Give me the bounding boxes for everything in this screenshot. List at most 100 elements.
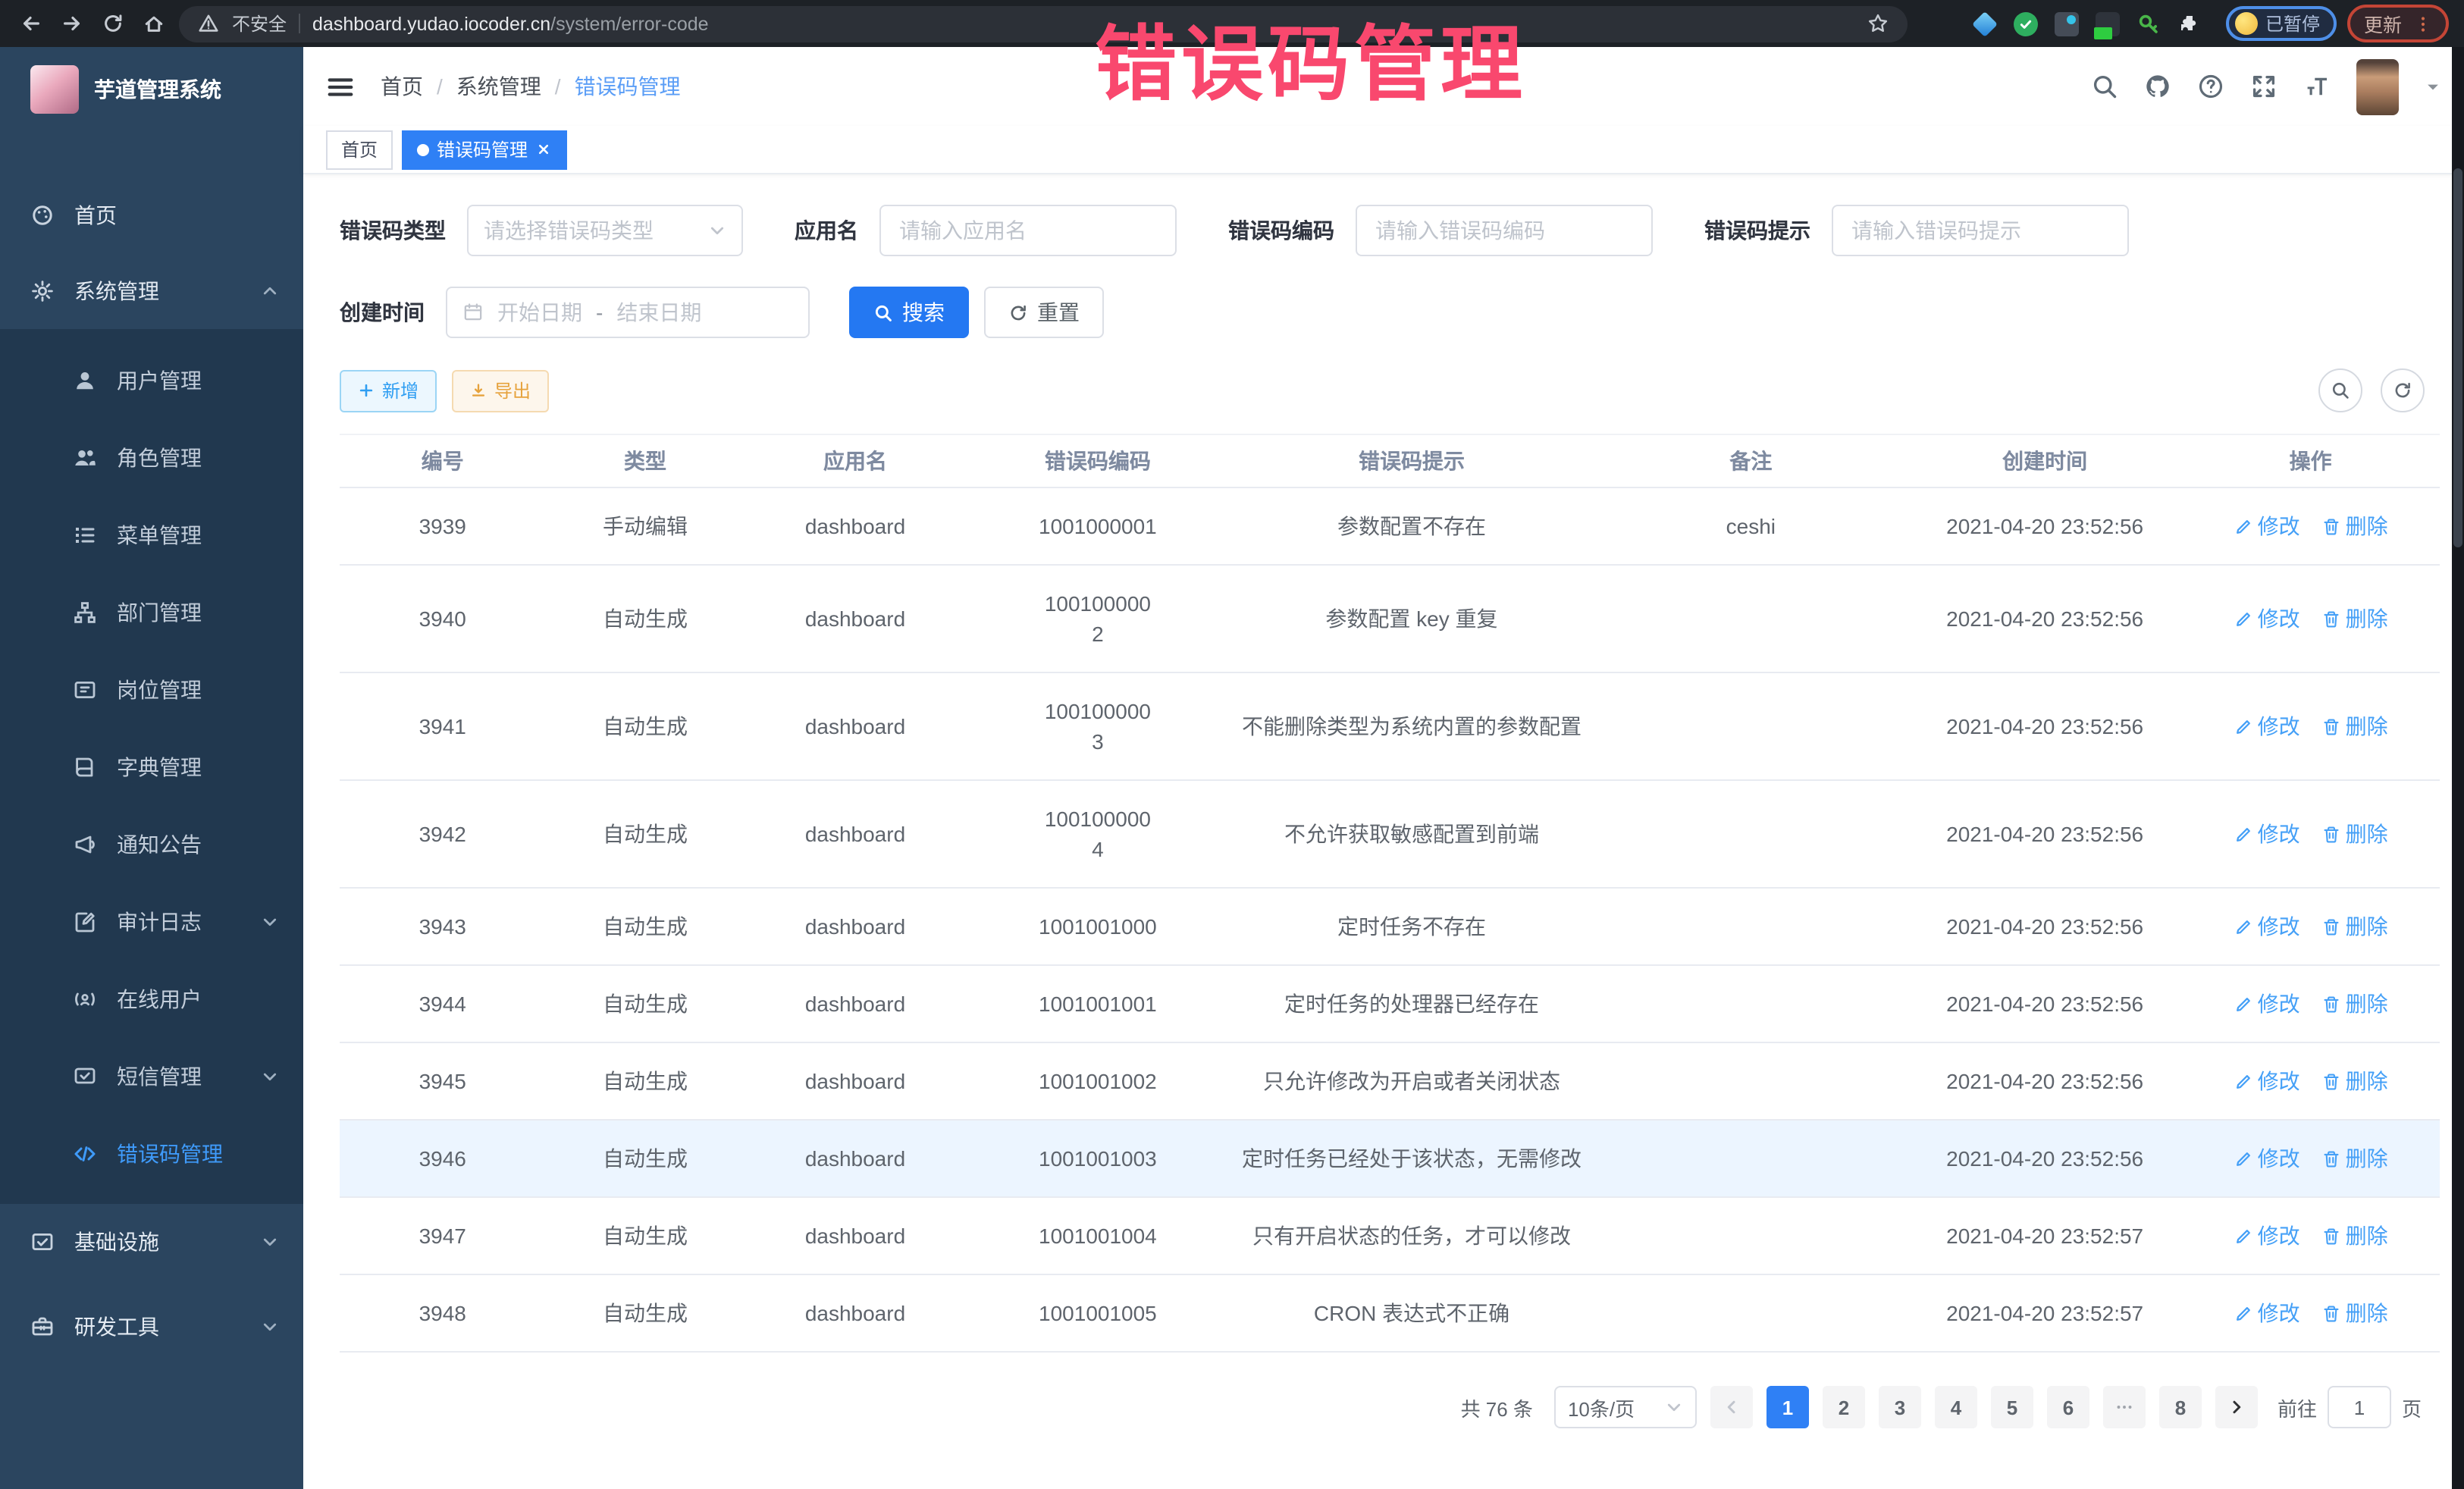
- edit-link[interactable]: 修改: [2234, 1298, 2300, 1328]
- table-row[interactable]: 3941自动生成dashboard1001000003不能删除类型为系统内置的参…: [340, 672, 2440, 780]
- sidebar-item-dictionary[interactable]: 字典管理: [0, 728, 303, 805]
- delete-link[interactable]: 删除: [2321, 711, 2388, 741]
- table-row[interactable]: 3944自动生成dashboard1001001001定时任务的处理器已经存在2…: [340, 965, 2440, 1042]
- error-code-input[interactable]: [1356, 205, 1653, 256]
- security-label[interactable]: 不安全: [232, 11, 287, 36]
- table-row[interactable]: 3942自动生成dashboard1001000004不允许获取敏感配置到前端2…: [340, 780, 2440, 888]
- edit-link[interactable]: 修改: [2234, 711, 2300, 741]
- edit-link[interactable]: 修改: [2234, 1143, 2300, 1174]
- reload-icon[interactable]: [97, 8, 127, 39]
- extension-puzzle-icon[interactable]: [2177, 11, 2202, 36]
- goto-page-input[interactable]: [2328, 1386, 2391, 1428]
- url-text[interactable]: dashboard.yudao.iocoder.cn/system/error-…: [312, 13, 709, 34]
- address-bar[interactable]: 不安全 dashboard.yudao.iocoder.cn/system/er…: [179, 5, 1908, 42]
- github-icon[interactable]: [2144, 73, 2171, 100]
- app-logo[interactable]: 芋道管理系统: [0, 47, 303, 132]
- edit-link[interactable]: 修改: [2234, 911, 2300, 942]
- page-button[interactable]: 5: [1991, 1386, 2033, 1428]
- home-icon[interactable]: [138, 8, 168, 39]
- browser-update-button[interactable]: 更新: [2347, 5, 2449, 42]
- page-button[interactable]: 3: [1879, 1386, 1921, 1428]
- refresh-table-button[interactable]: [2381, 368, 2425, 412]
- fullscreen-icon[interactable]: [2250, 73, 2277, 100]
- delete-link[interactable]: 删除: [2321, 911, 2388, 942]
- add-button[interactable]: 新增: [340, 369, 437, 412]
- sidebar-item-sms[interactable]: 短信管理: [0, 1037, 303, 1114]
- help-icon[interactable]: [2197, 73, 2224, 100]
- extension-gem-icon[interactable]: [1973, 11, 1997, 36]
- edit-link[interactable]: 修改: [2234, 603, 2300, 634]
- delete-link[interactable]: 删除: [2321, 819, 2388, 849]
- sidebar-item-system[interactable]: 系统管理: [0, 253, 303, 329]
- back-icon[interactable]: [15, 8, 45, 39]
- page-button[interactable]: 2: [1823, 1386, 1865, 1428]
- edit-link[interactable]: 修改: [2234, 819, 2300, 849]
- search-icon[interactable]: [2091, 73, 2118, 100]
- app-name-input[interactable]: [879, 205, 1177, 256]
- avatar-caret-icon[interactable]: [2425, 78, 2441, 95]
- table-row[interactable]: 3948自动生成dashboard1001001005CRON 表达式不正确20…: [340, 1274, 2440, 1352]
- extension-on-badge-icon[interactable]: [2096, 11, 2120, 36]
- sidebar-item-audit-log[interactable]: 审计日志: [0, 882, 303, 960]
- close-icon[interactable]: [535, 141, 552, 158]
- font-size-icon[interactable]: [2303, 73, 2331, 100]
- tab-error-code[interactable]: 错误码管理: [402, 130, 567, 169]
- edit-link[interactable]: 修改: [2234, 1066, 2300, 1096]
- tab-home[interactable]: 首页: [326, 130, 393, 169]
- sidebar-item-notices[interactable]: 通知公告: [0, 805, 303, 882]
- table-row[interactable]: 3947自动生成dashboard1001001004只有开启状态的任务，才可以…: [340, 1197, 2440, 1274]
- search-button[interactable]: 搜索: [849, 287, 969, 338]
- table-row[interactable]: 3939手动编辑dashboard1001000001参数配置不存在ceshi2…: [340, 487, 2440, 565]
- sidebar-item-online-users[interactable]: 在线用户: [0, 960, 303, 1037]
- error-type-select[interactable]: 请选择错误码类型: [467, 205, 743, 256]
- extension-key-icon[interactable]: [2136, 11, 2161, 36]
- delete-link[interactable]: 删除: [2321, 1066, 2388, 1096]
- sidebar-item-dev-tools[interactable]: 研发工具: [0, 1289, 303, 1365]
- breadcrumb-system[interactable]: 系统管理: [456, 71, 541, 102]
- extension-orange-icon[interactable]: [1932, 11, 1956, 36]
- delete-link[interactable]: 删除: [2321, 511, 2388, 541]
- paused-extension-badge[interactable]: 已暂停: [2226, 6, 2337, 41]
- page-button[interactable]: 4: [1935, 1386, 1977, 1428]
- user-avatar[interactable]: [2356, 58, 2399, 114]
- more-pages-button[interactable]: [2103, 1386, 2146, 1428]
- page-button[interactable]: 1: [1766, 1386, 1809, 1428]
- delete-link[interactable]: 删除: [2321, 1221, 2388, 1251]
- table-row[interactable]: 3943自动生成dashboard1001001000定时任务不存在2021-0…: [340, 888, 2440, 965]
- sidebar-item-roles[interactable]: 角色管理: [0, 418, 303, 496]
- page-button[interactable]: 6: [2047, 1386, 2089, 1428]
- page-button[interactable]: 8: [2159, 1386, 2202, 1428]
- sidebar-item-users[interactable]: 用户管理: [0, 341, 303, 418]
- table-row[interactable]: 3946自动生成dashboard1001001003定时任务已经处于该状态，无…: [340, 1120, 2440, 1197]
- delete-link[interactable]: 删除: [2321, 1143, 2388, 1174]
- table-row[interactable]: 3940自动生成dashboard1001000002参数配置 key 重复20…: [340, 565, 2440, 672]
- edit-link[interactable]: 修改: [2234, 1221, 2300, 1251]
- breadcrumb-home[interactable]: 首页: [381, 71, 423, 102]
- delete-link[interactable]: 删除: [2321, 1298, 2388, 1328]
- next-page-button[interactable]: [2215, 1386, 2258, 1428]
- delete-link[interactable]: 删除: [2321, 603, 2388, 634]
- table-row[interactable]: 3945自动生成dashboard1001001002只允许修改为开启或者关闭状…: [340, 1042, 2440, 1120]
- extension-green-check-icon[interactable]: [2014, 11, 2038, 36]
- sidebar-item-home[interactable]: 首页: [0, 177, 303, 253]
- page-size-select[interactable]: 10条/页: [1554, 1386, 1697, 1428]
- scrollbar-thumb[interactable]: [2453, 168, 2462, 547]
- error-hint-input[interactable]: [1832, 205, 2129, 256]
- bookmark-star-icon[interactable]: [1867, 8, 1889, 39]
- sidebar-item-posts[interactable]: 岗位管理: [0, 650, 303, 728]
- sidebar-item-infrastructure[interactable]: 基础设施: [0, 1204, 303, 1280]
- create-time-range-picker[interactable]: 开始日期 - 结束日期: [446, 287, 810, 338]
- scrollbar[interactable]: [2452, 47, 2464, 1489]
- forward-icon[interactable]: [56, 8, 86, 39]
- prev-page-button[interactable]: [1710, 1386, 1753, 1428]
- reset-button[interactable]: 重置: [984, 287, 1104, 338]
- edit-link[interactable]: 修改: [2234, 989, 2300, 1019]
- edit-link[interactable]: 修改: [2234, 511, 2300, 541]
- hamburger-icon[interactable]: [326, 72, 355, 101]
- sidebar-item-error-code[interactable]: 错误码管理: [0, 1114, 303, 1192]
- sidebar-item-menus[interactable]: 菜单管理: [0, 496, 303, 573]
- export-button[interactable]: 导出: [452, 369, 549, 412]
- delete-link[interactable]: 删除: [2321, 989, 2388, 1019]
- extension-grid-icon[interactable]: [2055, 11, 2079, 36]
- show-search-button[interactable]: [2318, 368, 2362, 412]
